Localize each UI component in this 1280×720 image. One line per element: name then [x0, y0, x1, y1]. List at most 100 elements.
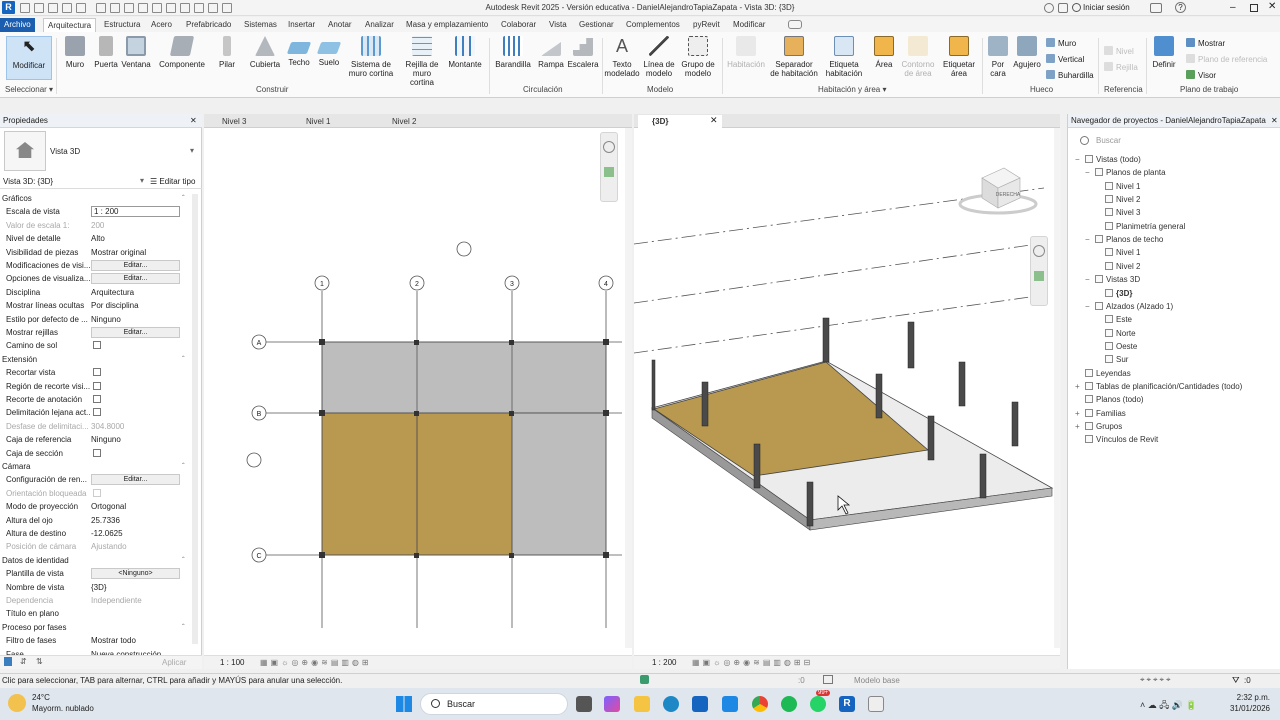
grupo-modelo-button[interactable]: Grupo de modelo [678, 36, 718, 78]
collapse-icon[interactable]: ˆ [182, 555, 185, 567]
sistema-muro-cortina-button[interactable]: Sistema de muro cortina [346, 36, 396, 78]
browser-item[interactable]: Vínculos de Revit [1085, 434, 1158, 446]
nivel-button[interactable]: Nivel [1104, 46, 1134, 57]
weather-temp[interactable]: 24°C [32, 693, 50, 702]
slab-right[interactable] [511, 412, 607, 556]
modificar-button[interactable]: ⬉ Modificar [6, 36, 52, 80]
browser-item[interactable]: Nivel 3 [1105, 207, 1140, 219]
chrome-icon[interactable] [752, 696, 768, 712]
undo-icon[interactable] [62, 3, 72, 13]
hueco-muro-button[interactable]: Muro [1046, 38, 1076, 49]
ribbon-options-icon[interactable] [788, 20, 802, 29]
expand-toggle-icon[interactable]: − [1085, 167, 1090, 179]
rejilla-button[interactable]: Rejilla [1104, 62, 1138, 73]
3d-navigation-bar[interactable] [1030, 236, 1048, 306]
mostrar-button[interactable]: Mostrar [1186, 38, 1225, 49]
edit-button[interactable]: Editar... [91, 474, 180, 486]
type-selector[interactable]: Vista 3D [50, 147, 80, 156]
property-section[interactable]: Cámara ˆ [0, 461, 191, 473]
weather-desc[interactable]: Mayorm. nublado [32, 704, 94, 713]
taskbar-search[interactable]: Buscar [420, 693, 568, 715]
collapse-icon[interactable]: ˆ [182, 354, 185, 366]
browser-item[interactable]: Oeste [1105, 341, 1137, 353]
tab-vista[interactable]: Vista [545, 18, 571, 32]
browser-item[interactable]: − Planos de planta [1085, 167, 1166, 179]
cubierta-button[interactable]: Cubierta [248, 36, 282, 69]
design-model-label[interactable]: Modelo base [854, 676, 900, 685]
panel-label-habitacion-area[interactable]: Habitación y área ▾ [818, 85, 887, 94]
clock-time[interactable]: 2:32 p.m. [1226, 693, 1270, 702]
pilar-button[interactable]: Pilar [216, 36, 238, 69]
spotify-icon[interactable] [781, 696, 797, 712]
expand-toggle-icon[interactable]: − [1075, 154, 1080, 166]
save-icon[interactable] [34, 3, 44, 13]
expand-toggle-icon[interactable]: + [1075, 421, 1080, 433]
ventana-button[interactable]: Ventana [120, 36, 152, 69]
rejilla-muro-cortina-button[interactable]: Rejilla de muro cortina [400, 36, 444, 87]
steering-wheel-icon[interactable] [603, 141, 615, 153]
print-icon[interactable] [96, 3, 106, 13]
suelo-button[interactable]: Suelo [316, 36, 342, 67]
sync-icon[interactable] [48, 3, 58, 13]
edit-button[interactable]: Editar... [91, 260, 180, 271]
elevation-marker-north[interactable] [456, 241, 472, 257]
collapse-icon[interactable]: ˆ [182, 193, 185, 205]
tab-anotar[interactable]: Anotar [324, 18, 356, 32]
tab-gestionar[interactable]: Gestionar [575, 18, 618, 32]
browser-item[interactable]: − Vistas (todo) [1075, 154, 1141, 166]
edit-button[interactable]: Editar... [91, 327, 180, 338]
zoom-icon[interactable] [604, 167, 614, 177]
muro-button[interactable]: Muro [62, 36, 88, 69]
plan-scrollbar[interactable] [625, 128, 632, 648]
browser-item[interactable]: Nivel 2 [1105, 261, 1140, 273]
sort-icon[interactable]: ⇵ [20, 657, 27, 666]
property-section[interactable]: Gráficos ˆ [0, 193, 191, 205]
por-cara-button[interactable]: Por cara [984, 36, 1012, 78]
etiqueta-habitacion-button[interactable]: Etiqueta habitación [822, 36, 866, 78]
text-icon[interactable] [152, 3, 162, 13]
tag-icon[interactable] [138, 3, 148, 13]
tab-archivo[interactable]: Archivo [0, 18, 35, 32]
weather-icon[interactable] [8, 694, 26, 712]
area-button[interactable]: Área [870, 36, 898, 69]
browser-item[interactable]: − Planos de techo [1085, 234, 1163, 246]
tab-arquitectura[interactable]: Arquitectura [43, 18, 97, 32]
puerta-button[interactable]: Puerta [92, 36, 120, 69]
expand-toggle-icon[interactable]: − [1085, 274, 1090, 286]
edit-button[interactable]: Editar... [91, 273, 180, 285]
3d-zoom-icon[interactable] [1034, 271, 1044, 281]
design-options-icon[interactable] [823, 675, 833, 684]
property-checkbox[interactable] [93, 381, 101, 390]
selection-filter-icons[interactable]: ⌖⌖⌖⌖⌖ [1140, 675, 1173, 685]
expand-toggle-icon[interactable]: + [1075, 408, 1080, 420]
close-hidden-icon[interactable] [208, 3, 218, 13]
texto-modelado-button[interactable]: A Texto modelado [604, 36, 640, 78]
filter-icon[interactable]: ⛛ [1232, 675, 1240, 686]
browser-item[interactable]: Planos (todo) [1085, 394, 1144, 406]
visor-button[interactable]: Visor [1186, 70, 1216, 81]
seleccionar-dropdown[interactable]: Seleccionar ▾ [5, 85, 53, 94]
apply-button[interactable]: Aplicar [162, 658, 186, 667]
snipping-tool-icon[interactable] [868, 696, 884, 712]
hueco-vertical-button[interactable]: Vertical [1046, 54, 1084, 65]
tab-masa[interactable]: Masa y emplazamiento [402, 18, 492, 32]
elevation-marker-west[interactable] [246, 452, 262, 468]
edge-icon[interactable] [663, 696, 679, 712]
close-properties-icon[interactable]: ✕ [190, 116, 197, 125]
browser-item[interactable]: + Tablas de planificación/Cantidades (tod… [1075, 381, 1242, 393]
sign-in-link[interactable]: Iniciar sesión [1083, 3, 1130, 12]
close-icon[interactable]: ✕ [1268, 1, 1276, 12]
open-icon[interactable] [20, 3, 30, 13]
browser-item[interactable]: + Grupos [1075, 421, 1122, 433]
section-icon[interactable] [180, 3, 190, 13]
property-checkbox[interactable] [93, 395, 101, 403]
tab-acero[interactable]: Acero [147, 18, 176, 32]
browser-item[interactable]: Nivel 1 [1105, 181, 1140, 193]
properties-scrollbar[interactable] [192, 194, 198, 644]
clock-date[interactable]: 31/01/2026 [1226, 704, 1270, 713]
minimize-icon[interactable]: – [1230, 2, 1236, 13]
outlook-icon[interactable] [692, 696, 708, 712]
tab-pyrevit[interactable]: pyRevit [689, 18, 724, 32]
plan-scale[interactable]: 1 : 100 [220, 658, 244, 667]
browser-item[interactable]: − Vistas 3D [1085, 274, 1140, 286]
